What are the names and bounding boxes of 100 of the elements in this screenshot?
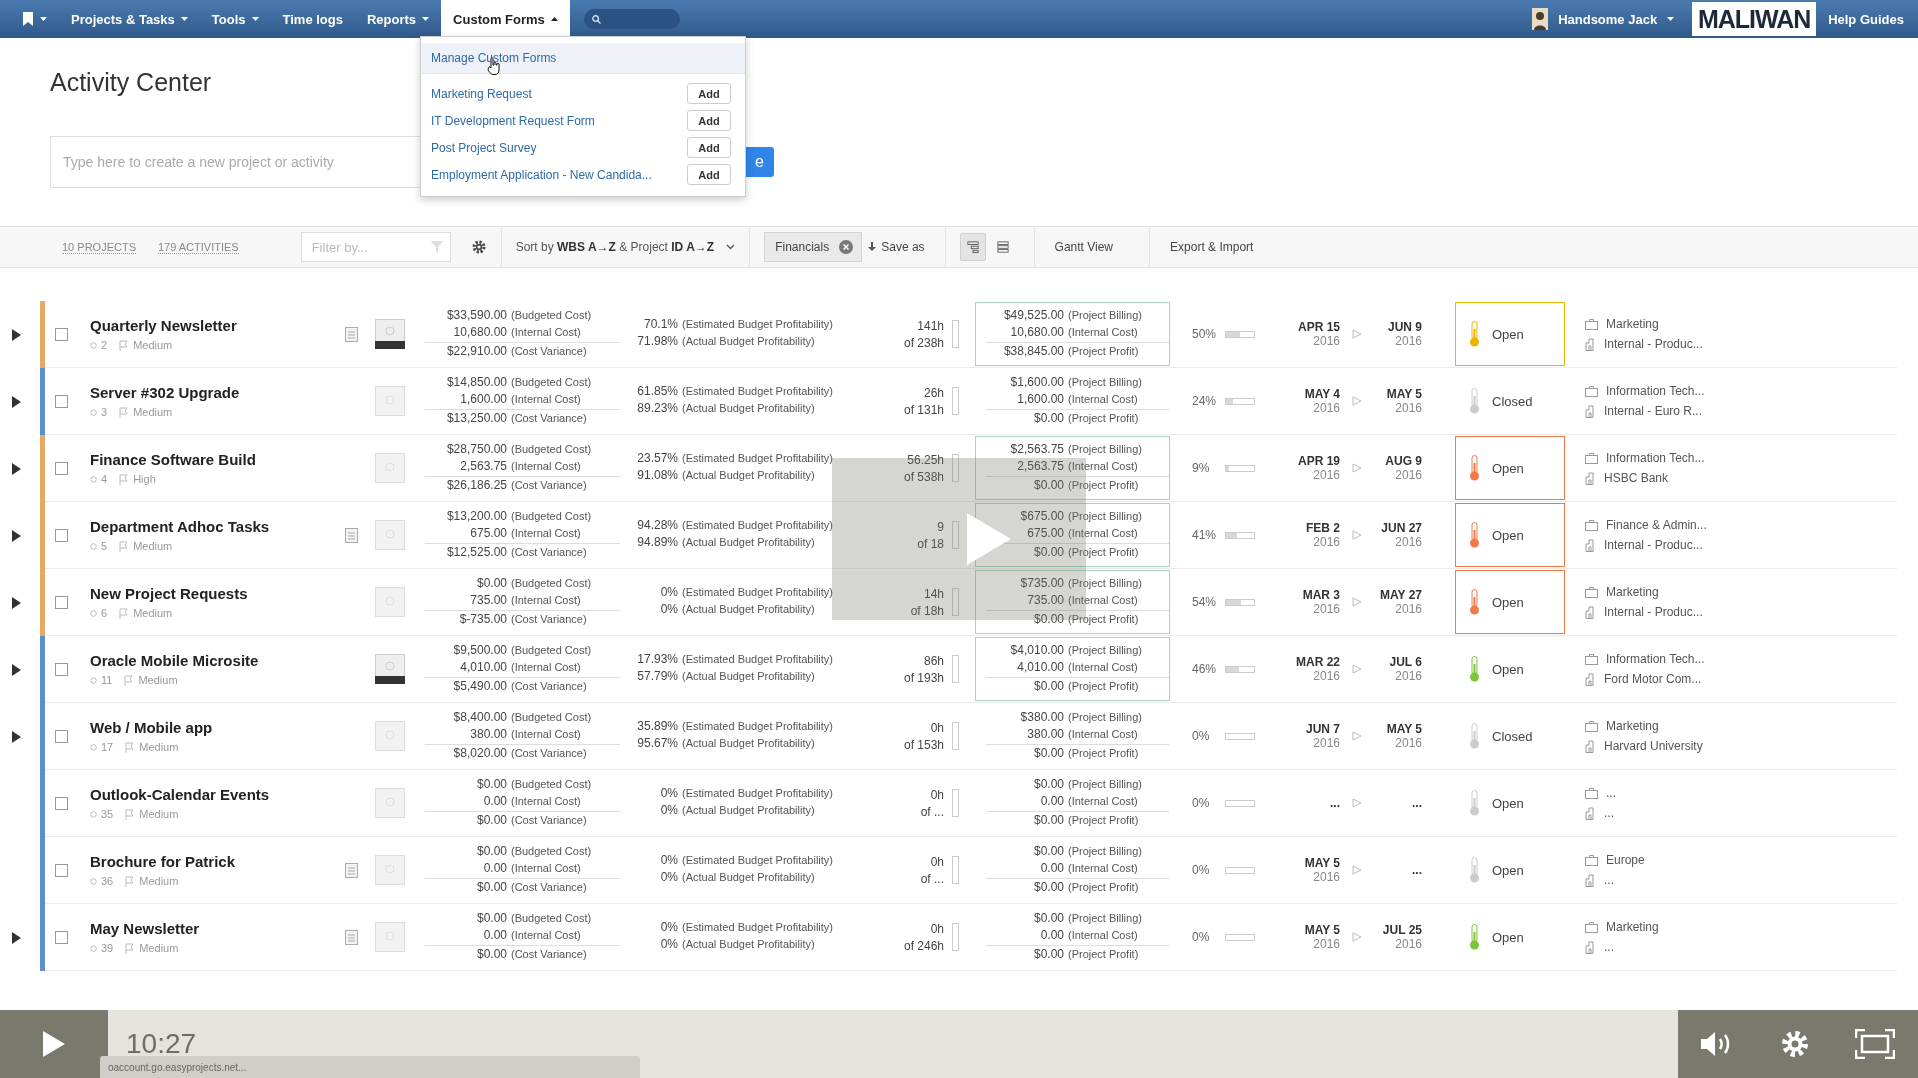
- menu-item[interactable]: Manage Custom Forms: [421, 43, 745, 74]
- project-name[interactable]: Department Adhoc Tasks: [90, 518, 270, 535]
- settings-icon[interactable]: [470, 239, 487, 255]
- count-link[interactable]: 179 ACTIVITIES: [157, 240, 239, 254]
- amount-label: (Cost Variance): [511, 813, 587, 826]
- end-year: 2016: [1395, 937, 1422, 951]
- nav-menu[interactable]: Projects & Tasks: [59, 0, 200, 38]
- expand-icon[interactable]: [12, 328, 21, 341]
- add-button[interactable]: Add: [687, 110, 731, 131]
- project-name[interactable]: Quarterly Newsletter: [90, 317, 237, 334]
- arrow-icon: [1352, 597, 1362, 607]
- checkbox[interactable]: [55, 327, 68, 341]
- hours-text: 0h: [930, 787, 944, 802]
- project-name[interactable]: Finance Software Build: [90, 451, 256, 468]
- amount-value: $12,525.00: [445, 544, 507, 559]
- add-button[interactable]: Add: [687, 164, 731, 185]
- amount-label: (Cost Variance): [511, 679, 587, 692]
- expand-icon[interactable]: [12, 596, 21, 609]
- category-text: Marketing: [1606, 719, 1659, 733]
- nav-menu[interactable]: Tools: [199, 0, 271, 38]
- checkbox[interactable]: [55, 528, 68, 542]
- arrow-icon: [1352, 664, 1362, 674]
- count-link[interactable]: 10 PROJECTS: [62, 240, 136, 254]
- amount-value: 91.08%: [636, 468, 678, 482]
- nav-menu[interactable]: Reports: [354, 0, 442, 38]
- create-button[interactable]: e: [745, 147, 774, 177]
- menu-item[interactable]: Employment Application - New Candida...: [431, 167, 652, 182]
- checkbox[interactable]: [55, 796, 68, 810]
- project-name[interactable]: New Project Requests: [90, 585, 248, 602]
- list-view-icon: [996, 240, 1009, 254]
- view-toggle[interactable]: [959, 233, 986, 261]
- gantt-view-button[interactable]: Gantt View: [1048, 240, 1120, 254]
- search-field[interactable]: [583, 9, 680, 29]
- checkbox[interactable]: [55, 461, 68, 475]
- amount-label: (Estimated Budget Profitability): [682, 452, 833, 464]
- start-year: 2016: [1313, 401, 1340, 415]
- fullscreen-icon: [1855, 1029, 1896, 1059]
- project-name[interactable]: Web / Mobile app: [90, 719, 213, 736]
- settings-icon: [1780, 1029, 1810, 1059]
- add-button[interactable]: Add: [687, 137, 731, 158]
- amount-value: $33,590.00: [445, 307, 507, 322]
- nav-menu[interactable]: Time logs: [270, 0, 355, 38]
- expand-icon[interactable]: [12, 462, 21, 475]
- project-name[interactable]: Outlook-Calendar Events: [90, 786, 270, 803]
- help-link[interactable]: Help Guides: [1828, 11, 1904, 27]
- amount-value: 71.98%: [636, 334, 678, 348]
- filter-field[interactable]: Filter by...: [300, 232, 451, 262]
- expand-icon[interactable]: [12, 931, 21, 944]
- project-name[interactable]: Brochure for Patrick: [90, 853, 236, 870]
- hours-text: 9: [937, 519, 944, 534]
- amount-value: 70.1%: [642, 317, 678, 331]
- priority-text: Medium: [133, 540, 173, 552]
- building-icon: [1585, 404, 1596, 418]
- expand-icon[interactable]: [12, 730, 21, 743]
- nav-menu[interactable]: Custom Forms: [441, 0, 570, 38]
- amount-label: (Actual Budget Profitability): [682, 804, 815, 816]
- checkbox[interactable]: [55, 394, 68, 408]
- checkbox[interactable]: [55, 863, 68, 877]
- project-name[interactable]: May Newsletter: [90, 920, 200, 937]
- menu-item[interactable]: Post Project Survey: [431, 140, 537, 155]
- financials-filter[interactable]: Financials: [764, 232, 863, 262]
- amount-value: 380.00: [1026, 726, 1064, 741]
- chevron-icon[interactable]: [726, 244, 736, 250]
- checkbox[interactable]: [55, 930, 68, 944]
- checkbox[interactable]: [55, 595, 68, 609]
- priority-text: Medium: [133, 607, 173, 619]
- amount-value: $28,750.00: [445, 441, 507, 456]
- building-icon: [1585, 471, 1596, 485]
- checkbox[interactable]: [55, 729, 68, 743]
- amount-label: (Actual Budget Profitability): [682, 603, 815, 615]
- bookmark-icon: [22, 12, 34, 26]
- client-text: Internal - Produc...: [1604, 337, 1703, 351]
- expand-icon[interactable]: [12, 529, 21, 542]
- amount-label: (Project Profit): [1068, 478, 1139, 491]
- building-icon: [1585, 672, 1596, 686]
- project-name[interactable]: Oracle Mobile Microsite: [90, 652, 259, 669]
- building-icon: [1585, 538, 1596, 552]
- user-menu[interactable]: Handsome Jack: [1558, 11, 1658, 27]
- menu-item[interactable]: IT Development Request Form: [431, 113, 595, 128]
- amount-label: (Project Profit): [1068, 880, 1139, 893]
- amount-label: (Internal Cost): [1068, 660, 1138, 673]
- project-name[interactable]: Server #302 Upgrade: [90, 384, 240, 401]
- save-as-button[interactable]: Save as: [862, 240, 931, 254]
- export-import-button[interactable]: Export & Import: [1164, 240, 1260, 254]
- category-text: Finance & Admin...: [1606, 518, 1707, 532]
- amount-value: $0.00: [1032, 544, 1064, 559]
- amount-value: $0.00: [1032, 910, 1064, 925]
- checkbox[interactable]: [55, 662, 68, 676]
- expand-icon[interactable]: [12, 663, 21, 676]
- amount-label: (Cost Variance): [511, 746, 587, 759]
- amount-value: 0%: [659, 920, 678, 934]
- amount-value: 0%: [659, 803, 678, 817]
- tree-view-icon: [966, 240, 979, 254]
- briefcase-icon: [1585, 586, 1598, 598]
- menu-item[interactable]: Marketing Request: [431, 86, 532, 101]
- close-icon[interactable]: [839, 240, 854, 254]
- add-button[interactable]: Add: [687, 83, 731, 104]
- play-button[interactable]: [0, 1010, 108, 1078]
- expand-icon[interactable]: [12, 395, 21, 408]
- sort-text[interactable]: Sort by WBS A→Z & Project ID A→Z: [515, 240, 715, 254]
